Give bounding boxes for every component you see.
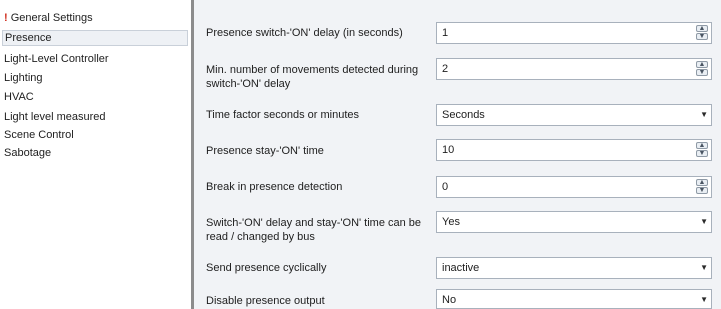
stepper: ▲ ▼ [695, 24, 710, 42]
field-value: 0 [442, 181, 449, 193]
param-label-stay-on-time: Presence stay-'ON' time [206, 145, 324, 157]
read-changed-by-bus-select[interactable]: Yes ▼ [436, 211, 712, 233]
stepper: ▲ ▼ [695, 141, 710, 159]
spin-down-icon[interactable]: ▼ [696, 69, 708, 76]
sidebar-item-hvac[interactable]: HVAC [2, 89, 188, 105]
chevron-down-icon[interactable]: ▼ [700, 295, 708, 304]
field-value: 10 [442, 144, 455, 156]
sidebar-item-label: Scene Control [4, 129, 74, 141]
parameter-panel: Presence switch-'ON' delay (in seconds) … [194, 0, 721, 309]
sidebar-item-label: HVAC [4, 91, 34, 103]
field-value: 1 [442, 27, 449, 39]
field-value: Seconds [442, 109, 485, 121]
param-label-send-cyclically: Send presence cyclically [206, 262, 327, 274]
sidebar-item-label: Light-Level Controller [4, 53, 109, 65]
switch-on-delay-input[interactable]: 1 ▲ ▼ [436, 22, 712, 44]
warning-icon: ! [4, 12, 8, 24]
sidebar-item-general-settings[interactable]: ! General Settings [2, 10, 188, 26]
param-label-time-factor: Time factor seconds or minutes [206, 109, 360, 121]
parameter-tree: ! General Settings Presence Light-Level … [0, 0, 191, 309]
sidebar-item-lighting[interactable]: Lighting [2, 70, 188, 86]
sidebar-item-label: Sabotage [4, 147, 52, 159]
spin-up-icon[interactable]: ▲ [696, 61, 708, 68]
stay-on-time-input[interactable]: 10 ▲ ▼ [436, 139, 712, 161]
sidebar-item-label: General Settings [10, 12, 93, 24]
spin-down-icon[interactable]: ▼ [696, 187, 708, 194]
min-movements-input[interactable]: 2 ▲ ▼ [436, 58, 712, 80]
param-label-min-movements: Min. number of movements detected during… [206, 64, 419, 90]
spin-up-icon[interactable]: ▲ [696, 179, 708, 186]
spin-down-icon[interactable]: ▼ [696, 33, 708, 40]
chevron-down-icon[interactable]: ▼ [700, 263, 708, 272]
sidebar-item-sabotage[interactable]: Sabotage [2, 145, 188, 161]
stepper: ▲ ▼ [695, 178, 710, 196]
field-value: 2 [442, 63, 449, 75]
param-label-switch-on-delay: Presence switch-'ON' delay (in seconds) [206, 27, 403, 39]
field-value: inactive [442, 262, 480, 274]
sidebar-item-label: Presence [5, 32, 52, 44]
sidebar-item-scene-control[interactable]: Scene Control [2, 127, 188, 143]
sidebar-item-presence[interactable]: Presence [2, 30, 188, 46]
param-label-break-in-presence: Break in presence detection [206, 181, 343, 193]
sidebar-item-label: Light level measured [4, 111, 106, 123]
param-label-disable-output: Disable presence output [206, 295, 325, 307]
field-value: Yes [442, 216, 460, 228]
time-factor-select[interactable]: Seconds ▼ [436, 104, 712, 126]
sidebar-item-light-level-measured[interactable]: Light level measured [2, 109, 188, 125]
sidebar-item-light-level-controller[interactable]: Light-Level Controller [2, 51, 188, 67]
sidebar-item-label: Lighting [4, 72, 43, 84]
break-in-presence-input[interactable]: 0 ▲ ▼ [436, 176, 712, 198]
send-cyclically-select[interactable]: inactive ▼ [436, 257, 712, 279]
disable-output-select[interactable]: No ▼ [436, 289, 712, 309]
param-label-read-changed-by-bus: Switch-'ON' delay and stay-'ON' time can… [206, 217, 422, 243]
stepper: ▲ ▼ [695, 60, 710, 78]
chevron-down-icon[interactable]: ▼ [700, 110, 708, 119]
spin-up-icon[interactable]: ▲ [696, 142, 708, 149]
spin-up-icon[interactable]: ▲ [696, 25, 708, 32]
spin-down-icon[interactable]: ▼ [696, 150, 708, 157]
chevron-down-icon[interactable]: ▼ [700, 217, 708, 226]
field-value: No [442, 294, 457, 306]
